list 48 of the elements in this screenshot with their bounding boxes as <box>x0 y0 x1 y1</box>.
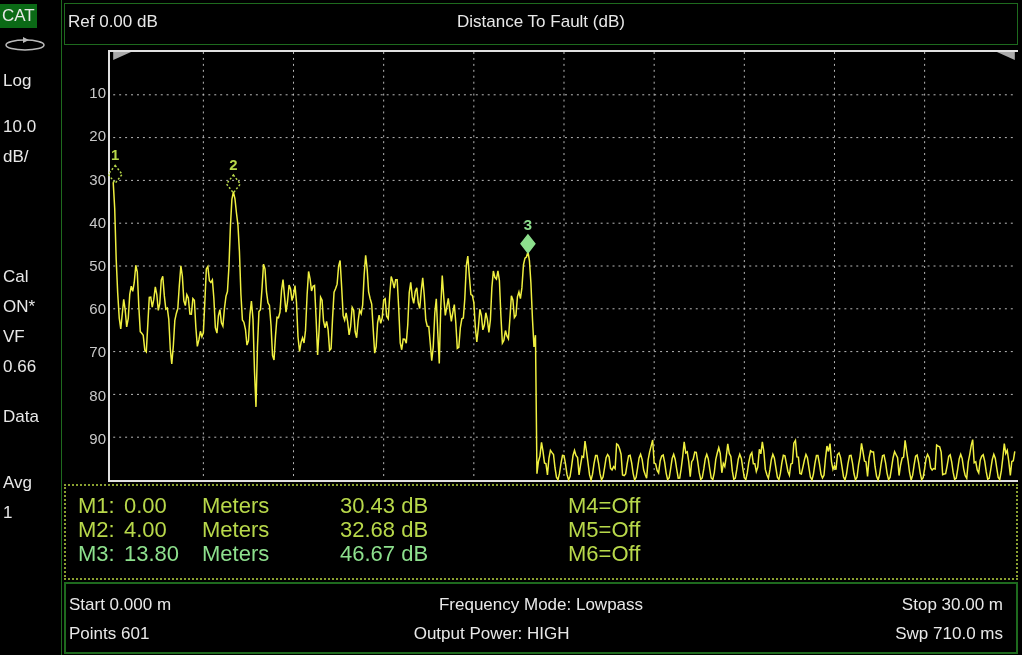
marker-name: M3: <box>78 542 116 566</box>
marker-distance: 0.00 <box>124 494 168 518</box>
sidebar-label: 1 <box>2 502 14 524</box>
marker-value: 46.67 dB <box>340 542 430 566</box>
marker-distance: 4.00 <box>124 518 168 542</box>
corner-triangle-icon <box>113 52 132 60</box>
axis-tick-label: 70 <box>89 344 106 361</box>
reference-level: Ref 0.00 dB <box>68 11 159 33</box>
marker-name: M1: <box>78 494 116 518</box>
axis-tick-label: 90 <box>89 430 106 447</box>
marker-status: M6=Off <box>568 542 642 566</box>
distance-unit: Meters <box>202 518 271 542</box>
sidebar-label: Avg <box>2 472 33 494</box>
points-count: Points 601 <box>69 623 151 645</box>
sidebar-label: Cal <box>2 266 30 288</box>
mode-badge: CAT <box>0 4 37 28</box>
stop-distance: Stop 30.00 m <box>901 594 1003 616</box>
axis-tick-label: 30 <box>89 171 106 188</box>
axis-tick-label: 80 <box>89 387 106 404</box>
sidebar-label: VF <box>2 326 26 348</box>
sidebar-label: dB/ <box>2 146 30 168</box>
sidebar-label: Log <box>2 70 33 92</box>
corner-triangle-icon <box>996 52 1015 60</box>
marker-name: M2: <box>78 518 116 542</box>
frequency-mode: Frequency Mode: Lowpass <box>438 594 644 616</box>
axis-tick-label: 10 <box>89 85 106 102</box>
chart-title: Distance To Fault (dB) <box>457 11 625 33</box>
marker-status: M5=Off <box>568 518 642 542</box>
start-distance: Start 0.000 m <box>69 594 173 616</box>
axis-tick-label: 20 <box>89 128 106 145</box>
output-power: Output Power: HIGH <box>412 623 570 645</box>
sidebar-label: Data <box>2 406 40 428</box>
marker-value: 30.43 dB <box>340 494 430 518</box>
marker-label: 1 <box>111 147 120 164</box>
marker-label: 2 <box>229 157 238 174</box>
distance-unit: Meters <box>202 542 271 566</box>
marker-value: 32.68 dB <box>340 518 430 542</box>
sidebar-label: 10.0 <box>2 116 38 138</box>
sweep-time: Swp 710.0 ms <box>895 623 1003 645</box>
sidebar-label: ON* <box>2 296 37 318</box>
marker-distance: 13.80 <box>124 542 181 566</box>
marker-status: M4=Off <box>568 494 642 518</box>
distance-unit: Meters <box>202 494 271 518</box>
marker-label: 3 <box>523 216 533 233</box>
sidebar-label: 0.66 <box>2 356 38 378</box>
axis-tick-label: 50 <box>89 258 106 274</box>
axis-tick-label: 60 <box>89 301 106 318</box>
axis-tick-label: 40 <box>89 214 106 231</box>
